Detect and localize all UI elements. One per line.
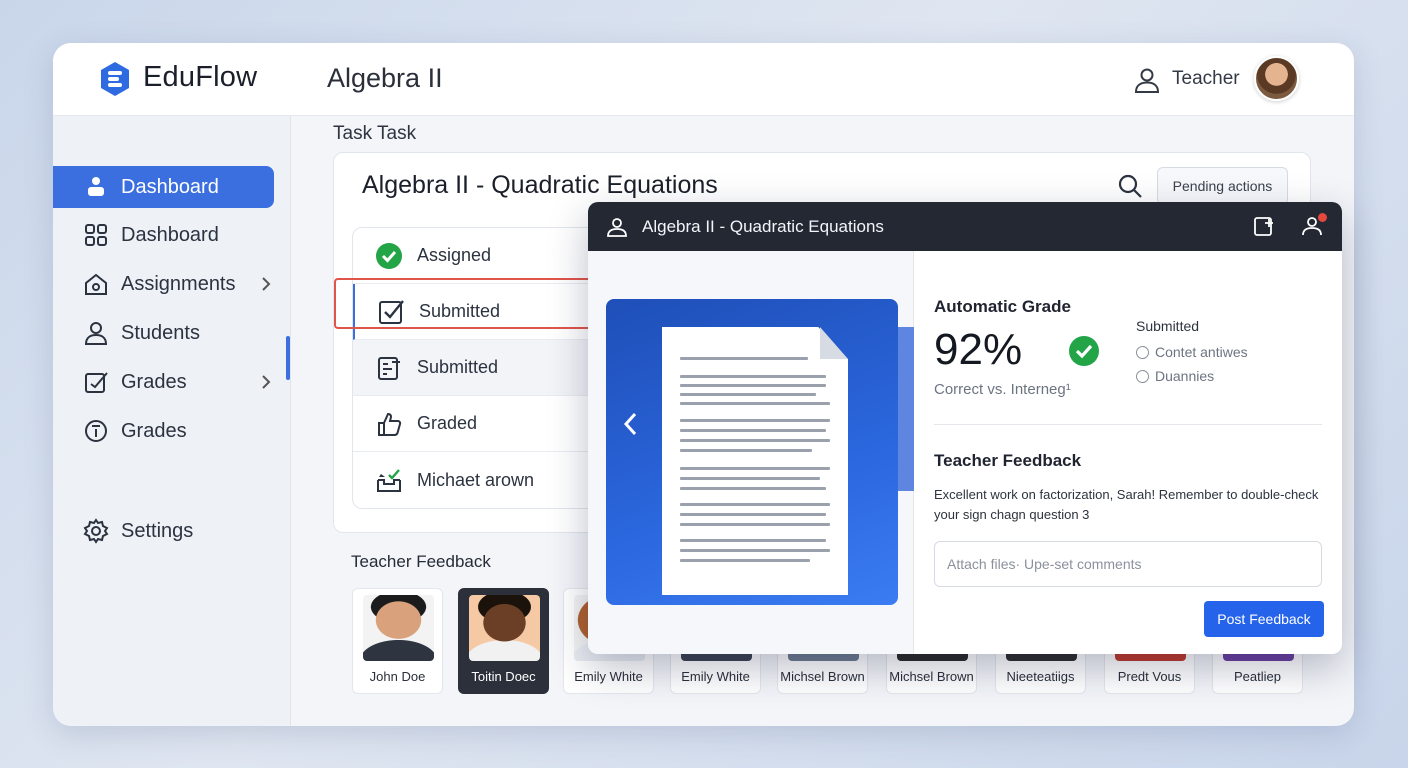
sidebar-item-label: Dashboard bbox=[121, 223, 219, 246]
teacher-feedback-label: Teacher Feedback bbox=[351, 552, 491, 571]
status-label: Submitted bbox=[417, 357, 499, 377]
submitted-option[interactable]: Contet antiwes bbox=[1136, 344, 1248, 360]
option-label: Duannies bbox=[1155, 368, 1215, 384]
sidebar-item-grades[interactable]: Grades bbox=[53, 361, 274, 403]
sidebar-item-label: Students bbox=[121, 321, 200, 344]
student-name: Emily White bbox=[574, 669, 643, 684]
info-icon bbox=[85, 420, 107, 442]
status-row-student[interactable]: Michaet arown bbox=[353, 452, 611, 508]
grade-subtitle: Correct vs. Interneg¹ bbox=[934, 381, 1071, 398]
thumbs-up-icon bbox=[378, 412, 402, 436]
brand-name: EduFlow bbox=[143, 61, 258, 93]
student-name: Toitin Doec bbox=[471, 669, 536, 684]
sidebar-scrollbar[interactable] bbox=[286, 336, 290, 380]
attach-comments-input[interactable] bbox=[934, 541, 1322, 587]
selection-highlight bbox=[334, 278, 604, 329]
dashboard-icon bbox=[88, 177, 104, 196]
status-label: Graded bbox=[417, 413, 478, 433]
radio-check-icon[interactable] bbox=[1136, 345, 1149, 359]
assignments-icon bbox=[85, 273, 107, 295]
user-role[interactable]: Teacher bbox=[1172, 68, 1240, 90]
sidebar-item-students[interactable]: Students bbox=[53, 312, 274, 354]
chevron-left-icon[interactable] bbox=[618, 409, 644, 439]
grades-icon bbox=[85, 372, 108, 393]
grade-pane: Automatic Grade 92% Correct vs. Interneg… bbox=[914, 251, 1342, 654]
add-note-icon[interactable] bbox=[1253, 215, 1275, 237]
eduflow-logo-icon bbox=[101, 62, 129, 96]
submitted-title: Submitted bbox=[1136, 318, 1200, 334]
document-list-icon bbox=[378, 356, 400, 380]
sidebar-item-dashboard-2[interactable]: Dashboard bbox=[53, 214, 274, 256]
sidebar-item-assignments[interactable]: Assignments bbox=[53, 263, 274, 305]
feedback-text: Excellent work on factorization, Sarah! … bbox=[934, 487, 1319, 522]
user-outline-icon bbox=[607, 218, 627, 237]
student-card[interactable]: John Doe bbox=[352, 588, 443, 694]
status-row-submitted-2[interactable]: Submitted bbox=[353, 340, 611, 396]
sidebar-item-settings[interactable]: Settings bbox=[53, 510, 274, 552]
grid-icon bbox=[85, 224, 107, 246]
sidebar: Dashboard Dashboard Assignments Students bbox=[53, 116, 291, 726]
student-name: Predt Vous bbox=[1117, 669, 1182, 684]
radio-icon[interactable] bbox=[1136, 369, 1149, 383]
student-photo bbox=[469, 595, 540, 661]
option-label: Contet antiwes bbox=[1155, 344, 1248, 360]
student-name: Peatliep bbox=[1234, 669, 1281, 684]
status-row-assigned[interactable]: Assigned bbox=[353, 228, 611, 284]
section-label: Task Task bbox=[333, 123, 417, 144]
gear-icon bbox=[83, 518, 109, 544]
chevron-right-icon[interactable] bbox=[258, 276, 274, 292]
modal-title: Algebra II - Quadratic Equations bbox=[642, 217, 884, 236]
student-name: Emily White bbox=[681, 669, 750, 684]
document-page bbox=[662, 327, 848, 595]
assignment-title: Algebra II - Quadratic Equations bbox=[362, 171, 718, 199]
modal-header: Algebra II - Quadratic Equations bbox=[588, 202, 1342, 251]
submitted-option[interactable]: Duannies bbox=[1136, 368, 1214, 384]
status-label: Michaet arown bbox=[417, 469, 535, 490]
automatic-grade-label: Automatic Grade bbox=[934, 297, 1071, 316]
document-fold bbox=[820, 327, 848, 359]
student-name: Michsel Brown bbox=[780, 669, 865, 684]
notification-dot bbox=[1318, 213, 1327, 222]
check-circle-icon bbox=[376, 242, 402, 269]
student-card[interactable]: Toitin Doec bbox=[458, 588, 549, 694]
sidebar-item-label: Grades bbox=[121, 419, 187, 442]
sidebar-item-label: Settings bbox=[121, 519, 194, 542]
sidebar-item-label: Assignments bbox=[121, 272, 236, 295]
student-name: John Doe bbox=[369, 669, 426, 684]
inbox-check-icon bbox=[377, 469, 401, 492]
user-icon[interactable] bbox=[1133, 66, 1161, 94]
chevron-right-icon[interactable] bbox=[258, 374, 274, 390]
sidebar-item-grades-2[interactable]: Grades bbox=[53, 410, 274, 452]
sidebar-item-label: Dashboard bbox=[121, 175, 219, 198]
student-name: Michsel Brown bbox=[889, 669, 974, 684]
course-title: Algebra II bbox=[327, 63, 443, 93]
divider bbox=[934, 424, 1322, 425]
pending-actions-button[interactable]: Pending actions bbox=[1157, 167, 1288, 205]
post-feedback-button[interactable]: Post Feedback bbox=[1204, 601, 1324, 637]
preview-next-strip bbox=[898, 327, 914, 491]
sidebar-item-label: Grades bbox=[121, 370, 187, 393]
student-photo bbox=[363, 595, 434, 661]
status-label: Assigned bbox=[417, 245, 492, 265]
status-list: Assigned Submitted Submitted Graded Mich… bbox=[352, 227, 612, 509]
grading-modal: Algebra II - Quadratic Equations Automat… bbox=[588, 202, 1342, 654]
search-icon[interactable] bbox=[1117, 173, 1143, 199]
student-name: Nieeteatiigs bbox=[1006, 669, 1075, 684]
document-preview bbox=[588, 251, 914, 654]
status-row-graded[interactable]: Graded bbox=[353, 396, 611, 452]
person-icon bbox=[84, 322, 108, 345]
sidebar-item-dashboard[interactable]: Dashboard bbox=[53, 166, 274, 208]
check-circle-icon bbox=[1069, 336, 1099, 366]
preview-background bbox=[606, 299, 898, 605]
avatar[interactable] bbox=[1254, 56, 1299, 101]
teacher-feedback-title: Teacher Feedback bbox=[934, 451, 1082, 470]
top-bar: EduFlow Algebra II Teacher bbox=[53, 43, 1354, 116]
grade-value: 92% bbox=[934, 325, 1023, 374]
